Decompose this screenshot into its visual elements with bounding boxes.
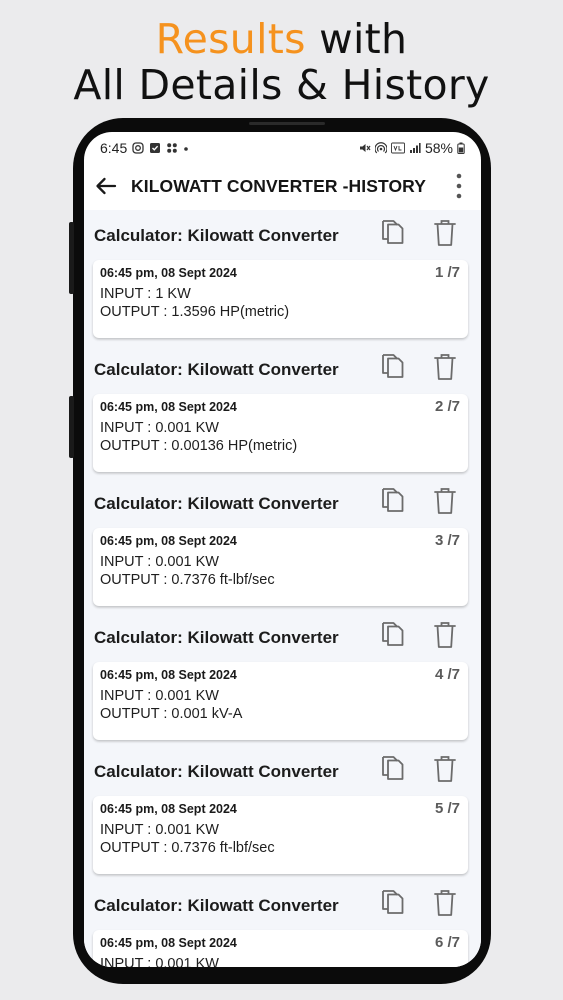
history-date: 06:45 pm, 08 Sept 2024: [100, 802, 237, 816]
history-card[interactable]: 06:45 pm, 08 Sept 2024 1 /7 INPUT : 1 KW…: [93, 260, 468, 338]
status-time: 6:45: [100, 140, 128, 156]
history-group: Calculator: Kilowatt Converter 06:45 pm,…: [84, 880, 481, 967]
history-date: 06:45 pm, 08 Sept 2024: [100, 400, 237, 414]
calculator-name: Calculator: Kilowatt Converter: [94, 360, 339, 379]
history-input: INPUT : 0.001 KW: [100, 956, 219, 967]
history-index: 1 /7: [434, 264, 460, 281]
history-output: OUTPUT : 0.7376 ft-lbf/sec: [100, 840, 275, 856]
history-input: INPUT : 0.001 KW: [100, 420, 219, 436]
history-card[interactable]: 06:45 pm, 08 Sept 2024 5 /7 INPUT : 0.00…: [93, 796, 468, 874]
trash-icon[interactable]: [433, 352, 457, 382]
history-group: Calculator: Kilowatt Converter 06:45 pm,…: [84, 746, 481, 880]
checkbox-notification-icon: [150, 143, 161, 153]
copy-icon[interactable]: [380, 755, 406, 783]
history-group-header: Calculator: Kilowatt Converter: [84, 344, 481, 394]
trash-icon[interactable]: [433, 754, 457, 784]
history-group-header: Calculator: Kilowatt Converter: [84, 612, 481, 662]
history-input: INPUT : 1 KW: [100, 286, 191, 302]
copy-icon[interactable]: [380, 219, 406, 247]
promo-header: Results with All Details & History: [0, 16, 563, 108]
history-output: OUTPUT : 0.7376 ft-lbf/sec: [100, 572, 275, 588]
promo-line-1-rest: with: [305, 15, 408, 63]
calculator-name: Calculator: Kilowatt Converter: [94, 628, 339, 647]
history-input: INPUT : 0.001 KW: [100, 822, 219, 838]
back-arrow-icon[interactable]: [92, 172, 120, 200]
phone-frame: 6:45 58% KILOWATT CONVERTER -HISTORY Cal…: [69, 118, 491, 984]
battery-icon: [457, 142, 465, 154]
phone-speaker-slot: [249, 122, 325, 125]
copy-icon[interactable]: [380, 621, 406, 649]
promo-accent-word: Results: [155, 15, 306, 63]
battery-percent: 58%: [424, 140, 453, 156]
instagram-icon: [132, 142, 144, 154]
signal-icon: [409, 143, 421, 153]
trash-icon[interactable]: [433, 486, 457, 516]
history-date: 06:45 pm, 08 Sept 2024: [100, 534, 237, 548]
calculator-name: Calculator: Kilowatt Converter: [94, 896, 339, 915]
history-group: Calculator: Kilowatt Converter 06:45 pm,…: [84, 478, 481, 612]
calculator-name: Calculator: Kilowatt Converter: [94, 226, 339, 245]
history-index: 2 /7: [434, 398, 460, 415]
history-date: 06:45 pm, 08 Sept 2024: [100, 936, 237, 950]
mute-icon: [359, 144, 371, 152]
app-bar: KILOWATT CONVERTER -HISTORY: [84, 162, 481, 210]
history-index: 3 /7: [434, 532, 460, 549]
history-group: Calculator: Kilowatt Converter 06:45 pm,…: [84, 210, 481, 344]
status-bar-left: 6:45: [100, 140, 189, 156]
grid-app-icon: [167, 143, 178, 153]
calculator-name: Calculator: Kilowatt Converter: [94, 762, 339, 781]
phone-volume-button: [69, 222, 74, 294]
more-options-icon[interactable]: [449, 170, 469, 202]
history-list[interactable]: Calculator: Kilowatt Converter 06:45 pm,…: [84, 210, 481, 967]
trash-icon[interactable]: [433, 218, 457, 248]
promo-line-2: All Details & History: [73, 61, 490, 109]
trash-icon[interactable]: [433, 620, 457, 650]
history-group: Calculator: Kilowatt Converter 06:45 pm,…: [84, 612, 481, 746]
history-index: 5 /7: [434, 800, 460, 817]
history-index: 6 /7: [434, 934, 460, 951]
history-group-header: Calculator: Kilowatt Converter: [84, 478, 481, 528]
history-card[interactable]: 06:45 pm, 08 Sept 2024 4 /7 INPUT : 0.00…: [93, 662, 468, 740]
history-card[interactable]: 06:45 pm, 08 Sept 2024 2 /7 INPUT : 0.00…: [93, 394, 468, 472]
history-card[interactable]: 06:45 pm, 08 Sept 2024 3 /7 INPUT : 0.00…: [93, 528, 468, 606]
status-bar-right: 58%: [359, 140, 465, 156]
promo-line-1: Results with: [0, 16, 563, 62]
history-input: INPUT : 0.001 KW: [100, 554, 219, 570]
history-group: Calculator: Kilowatt Converter 06:45 pm,…: [84, 344, 481, 478]
copy-icon[interactable]: [380, 889, 406, 917]
history-date: 06:45 pm, 08 Sept 2024: [100, 668, 237, 682]
notification-dot-icon: [184, 147, 189, 151]
phone-power-button: [69, 396, 74, 458]
history-group-header: Calculator: Kilowatt Converter: [84, 210, 481, 260]
volte-icon: [391, 142, 405, 154]
app-bar-title: KILOWATT CONVERTER -HISTORY: [131, 176, 427, 196]
copy-icon[interactable]: [380, 487, 406, 515]
calculator-name: Calculator: Kilowatt Converter: [94, 494, 339, 513]
history-group-header: Calculator: Kilowatt Converter: [84, 880, 481, 930]
history-group-header: Calculator: Kilowatt Converter: [84, 746, 481, 796]
trash-icon[interactable]: [433, 888, 457, 918]
history-date: 06:45 pm, 08 Sept 2024: [100, 266, 237, 280]
phone-screen: 6:45 58% KILOWATT CONVERTER -HISTORY Cal…: [84, 132, 481, 967]
history-output: OUTPUT : 0.001 kV-A: [100, 706, 243, 722]
status-bar: 6:45 58%: [84, 132, 481, 162]
history-output: OUTPUT : 0.00136 HP(metric): [100, 438, 298, 454]
history-card[interactable]: 06:45 pm, 08 Sept 2024 6 /7 INPUT : 0.00…: [93, 930, 468, 967]
history-input: INPUT : 0.001 KW: [100, 688, 219, 704]
history-index: 4 /7: [434, 666, 460, 683]
hotspot-icon: [374, 142, 387, 154]
copy-icon[interactable]: [380, 353, 406, 381]
history-output: OUTPUT : 1.3596 HP(metric): [100, 304, 290, 320]
